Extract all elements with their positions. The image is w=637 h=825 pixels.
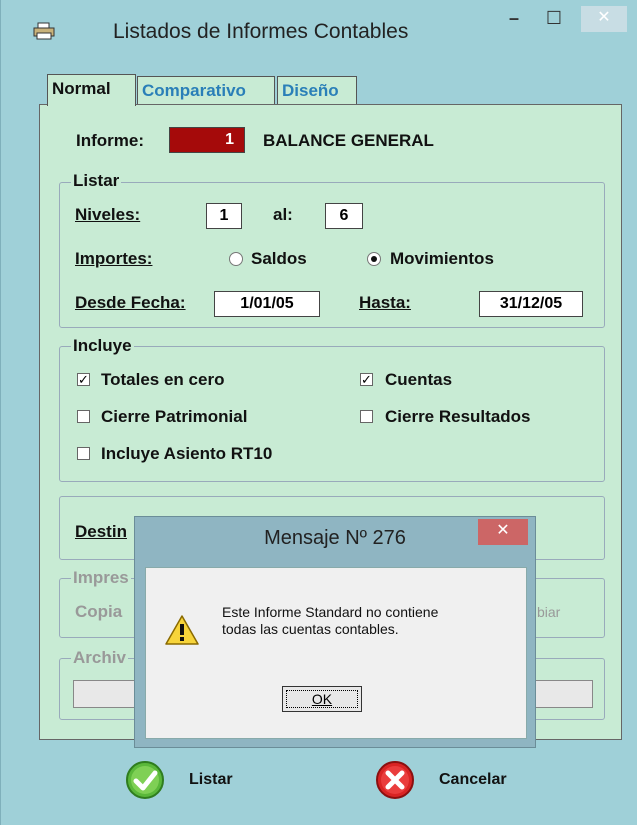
al-label: al: xyxy=(273,205,293,224)
tab-comparativo[interactable]: Comparativo xyxy=(137,76,275,104)
impresora-title: Impres xyxy=(71,568,131,588)
cierre-resultados-checkbox[interactable] xyxy=(360,410,373,423)
warning-icon xyxy=(164,614,200,651)
cierre-resultados-label: Cierre Resultados xyxy=(385,407,531,426)
informe-label: Informe: xyxy=(76,131,144,150)
archivo-title: Archiv xyxy=(71,648,128,668)
cancelar-button[interactable]: Cancelar xyxy=(439,771,507,789)
informe-number-field[interactable]: 1 xyxy=(169,127,245,153)
dialog-message: Este Informe Standard no contiene todas … xyxy=(222,604,438,638)
main-window: Listados de Informes Contables – ☐ ✕ Nor… xyxy=(0,0,637,825)
asiento-rt10-checkbox[interactable] xyxy=(77,447,90,460)
tab-normal[interactable]: Normal xyxy=(47,74,136,106)
desde-fecha-field[interactable]: 1/01/05 xyxy=(214,291,320,317)
cierre-patrimonial-checkbox[interactable] xyxy=(77,410,90,423)
totales-cero-label: Totales en cero xyxy=(101,370,225,389)
incluye-title: Incluye xyxy=(71,336,134,356)
dialog-close-button[interactable]: ✕ xyxy=(478,519,528,545)
listar-title: Listar xyxy=(71,171,122,191)
printer-icon xyxy=(33,22,55,40)
destino-label: Destin xyxy=(75,522,127,541)
listar-button[interactable]: Listar xyxy=(189,771,233,789)
cambiar-button[interactable]: biar xyxy=(537,604,560,620)
cuentas-checkbox[interactable]: ✓ xyxy=(360,373,373,386)
tab-diseno[interactable]: Diseño xyxy=(277,76,357,104)
ok-button[interactable]: OK xyxy=(282,686,362,712)
niveles-label: Niveles: xyxy=(75,205,141,224)
informe-name: BALANCE GENERAL xyxy=(263,131,434,150)
totales-cero-checkbox[interactable]: ✓ xyxy=(77,373,90,386)
dialog-body: Este Informe Standard no contiene todas … xyxy=(145,567,527,739)
asiento-rt10-label: Incluye Asiento RT10 xyxy=(101,444,273,463)
maximize-button[interactable]: ☐ xyxy=(531,6,577,32)
movimientos-radio[interactable] xyxy=(367,252,381,266)
cancel-x-icon[interactable] xyxy=(375,760,415,800)
window-title: Listados de Informes Contables xyxy=(113,20,409,43)
saldos-label: Saldos xyxy=(251,249,307,268)
dialog-title: Mensaje Nº 276 xyxy=(264,527,406,549)
importes-label: Importes: xyxy=(75,249,153,268)
action-bar xyxy=(1,742,637,825)
close-button[interactable]: ✕ xyxy=(581,6,627,32)
niveles-from-field[interactable]: 1 xyxy=(206,203,242,229)
hasta-field[interactable]: 31/12/05 xyxy=(479,291,583,317)
title-bar: Listados de Informes Contables – ☐ ✕ xyxy=(1,0,637,58)
movimientos-label: Movimientos xyxy=(390,249,494,268)
cuentas-label: Cuentas xyxy=(385,370,453,389)
hasta-label: Hasta: xyxy=(359,293,411,312)
cierre-patrimonial-label: Cierre Patrimonial xyxy=(101,407,248,426)
saldos-radio[interactable] xyxy=(229,252,243,266)
checkmark-icon[interactable] xyxy=(125,760,165,800)
focus-ring xyxy=(286,690,358,708)
niveles-to-field[interactable]: 6 xyxy=(325,203,363,229)
message-dialog: Mensaje Nº 276 ✕ Este Informe Standard n… xyxy=(134,516,536,748)
dialog-message-line-2: todas las cuentas contables. xyxy=(222,621,399,637)
desde-fecha-label: Desde Fecha: xyxy=(75,293,186,312)
dialog-message-line-1: Este Informe Standard no contiene xyxy=(222,604,439,620)
copias-label: Copia xyxy=(75,602,123,621)
